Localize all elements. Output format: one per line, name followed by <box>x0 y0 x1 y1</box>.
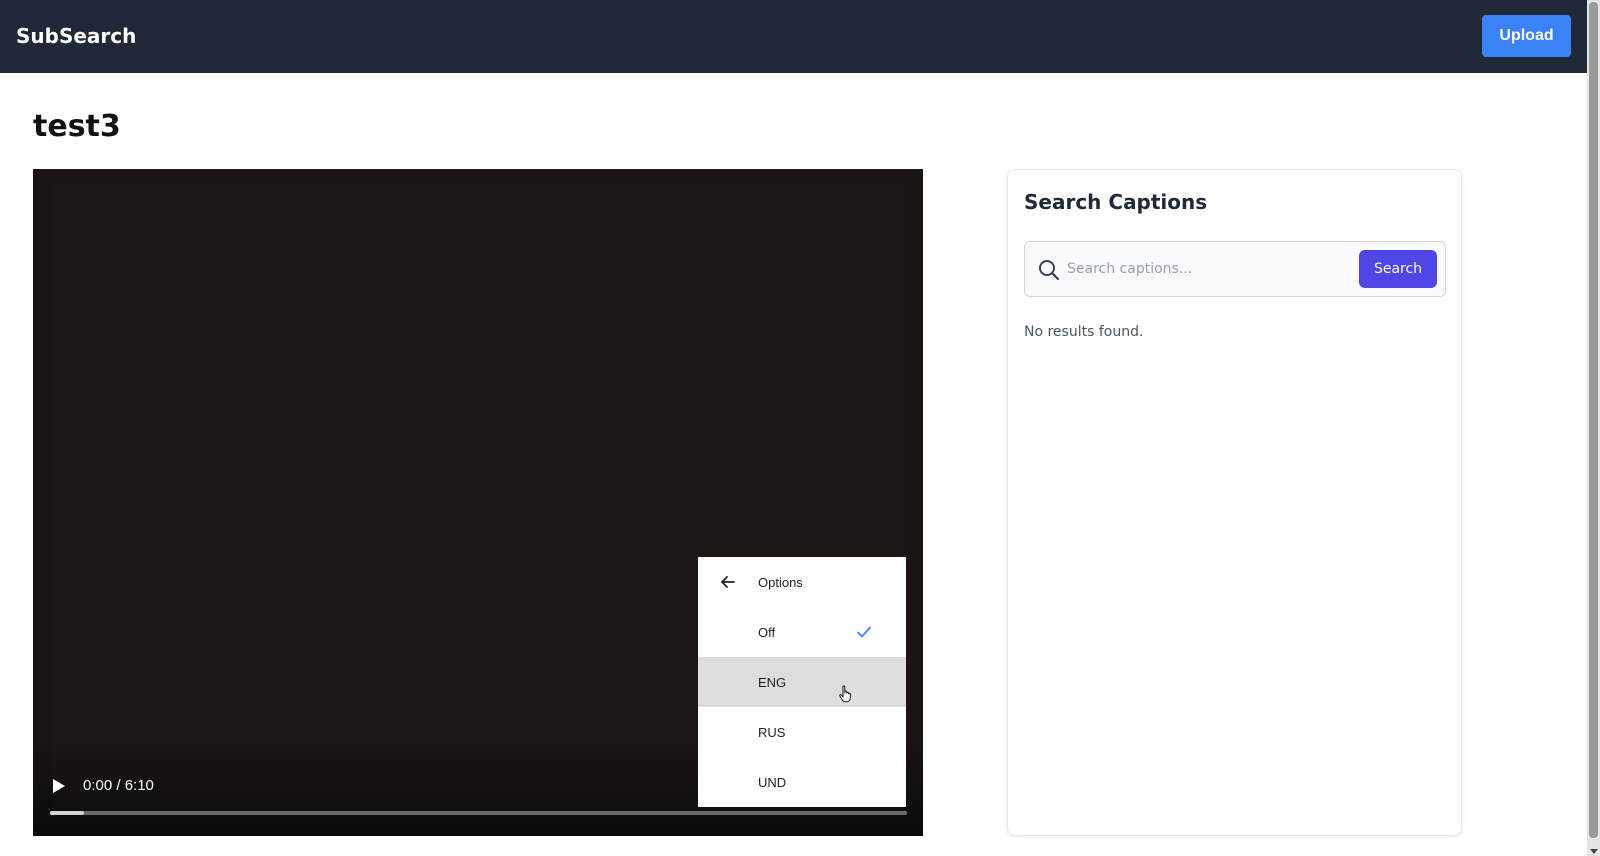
hand-cursor-icon <box>839 685 851 703</box>
caption-option-label: ENG <box>758 674 787 690</box>
search-icon <box>1039 260 1060 281</box>
scrollbar-thumb[interactable] <box>1589 2 1598 838</box>
search-bar: Search <box>1024 241 1446 297</box>
search-button[interactable]: Search <box>1359 250 1437 288</box>
search-input[interactable] <box>1067 252 1347 286</box>
captions-menu: Options Off ENG RUS UND <box>698 557 906 807</box>
seek-bar-buffered <box>50 811 85 815</box>
caption-option-off[interactable]: Off <box>698 607 906 657</box>
captions-menu-header: Options <box>758 574 803 590</box>
captions-menu-back[interactable]: Options <box>698 557 906 607</box>
checkmark-icon <box>857 626 871 638</box>
arrow-left-icon[interactable] <box>720 574 736 590</box>
time-display: 0:00 / 6:10 <box>83 777 154 794</box>
page-title: test3 <box>33 109 121 144</box>
search-captions-panel: Search Captions Search No results found. <box>1007 169 1462 836</box>
caption-option-label: RUS <box>758 724 786 740</box>
video-player[interactable]: 0:00 / 6:10 Options Off ENG RUS UND <box>33 169 923 836</box>
caption-option-und[interactable]: UND <box>698 757 906 807</box>
caption-option-label: Off <box>758 624 776 640</box>
search-status-text: No results found. <box>1024 324 1144 340</box>
panel-title: Search Captions <box>1024 190 1208 214</box>
scroll-down-arrow-icon[interactable] <box>1590 849 1598 854</box>
caption-option-label: UND <box>758 774 787 790</box>
caption-option-eng[interactable]: ENG <box>698 657 906 707</box>
seek-bar[interactable] <box>50 811 907 815</box>
brand-logo[interactable]: SubSearch <box>16 23 136 49</box>
play-icon[interactable] <box>53 779 65 793</box>
page-scrollbar[interactable] <box>1587 0 1600 856</box>
caption-option-rus[interactable]: RUS <box>698 707 906 757</box>
upload-button[interactable]: Upload <box>1482 15 1571 57</box>
top-navbar: SubSearch Upload <box>0 0 1587 73</box>
